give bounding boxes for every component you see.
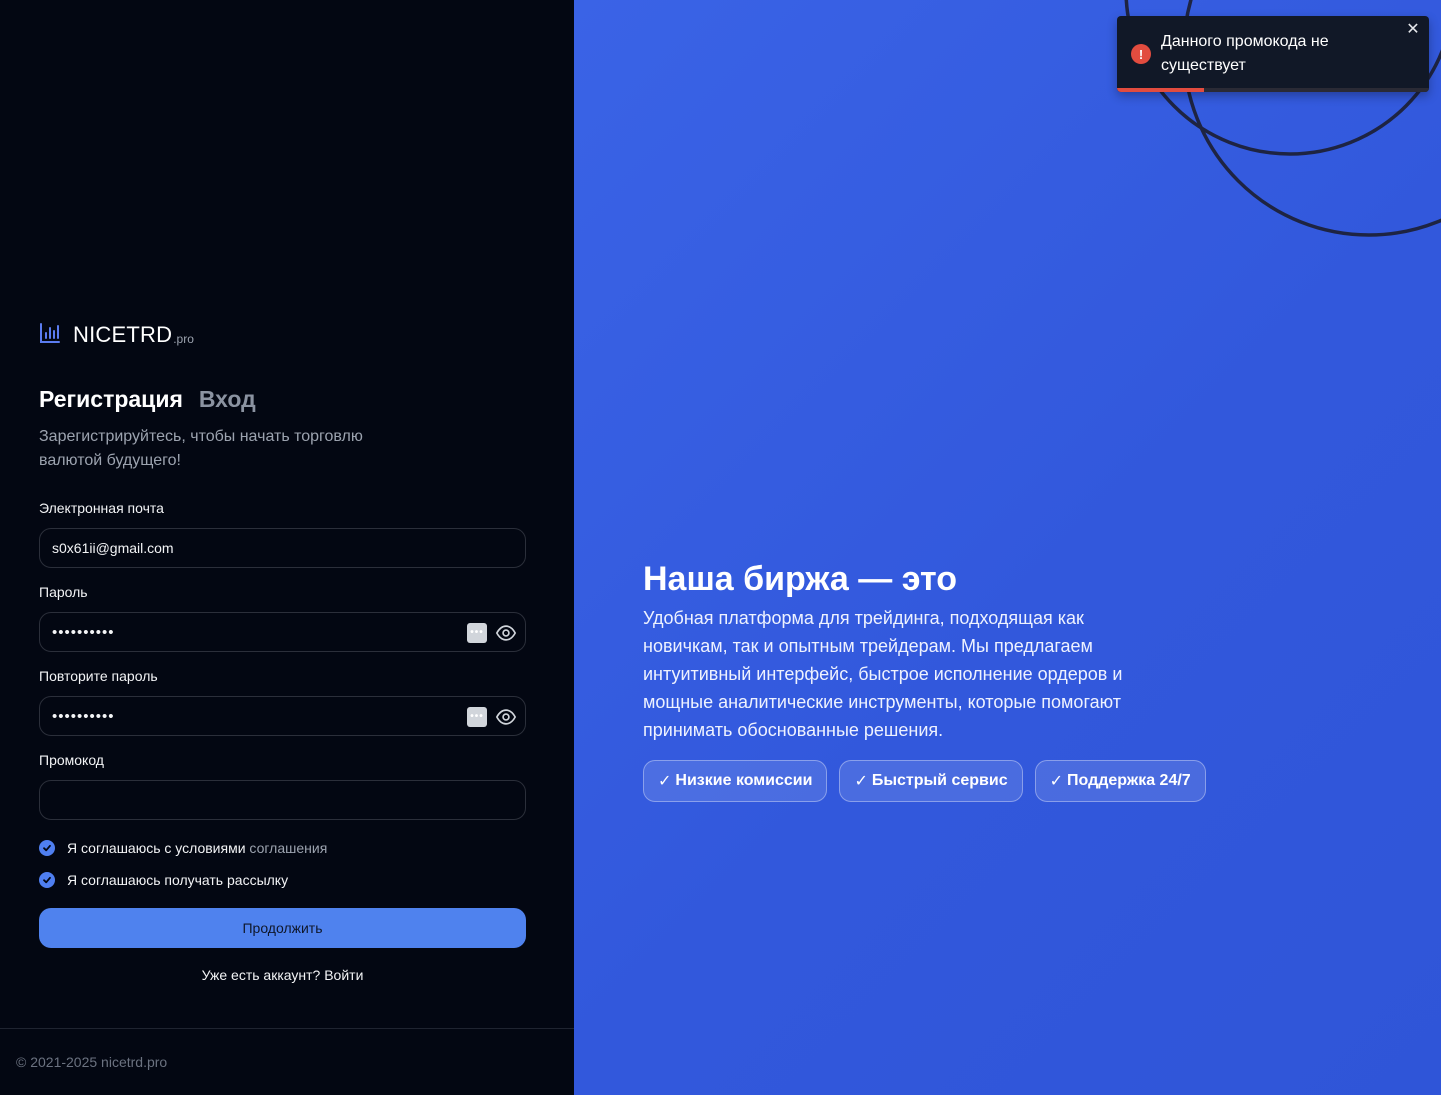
toast-progress-bar	[1117, 88, 1205, 92]
repeat-password-field[interactable]: •••••••••• •••	[39, 696, 526, 736]
exclamation-icon: !	[1131, 44, 1151, 64]
password-field[interactable]: •••••••••• •••	[39, 612, 526, 652]
brand-logo[interactable]: NICETRD .pro	[39, 322, 194, 348]
feature-badges: ✓ Низкие комиссии ✓ Быстрый сервис ✓ Поддер…	[643, 760, 1206, 802]
promo-label: Промокод	[39, 752, 104, 768]
agree-mailing-label: Я соглашаюсь получать рассылку	[67, 872, 289, 888]
agree-terms-row: Я соглашаюсь с условиями соглашения	[39, 840, 327, 856]
continue-button[interactable]: Продолжить	[39, 908, 526, 948]
check-icon	[43, 844, 51, 852]
page-subtitle: Зарегистрируйтесь, чтобы начать торговлю…	[39, 428, 363, 469]
check-icon	[43, 876, 51, 884]
toast-progress-track	[1117, 88, 1429, 92]
footer-divider	[0, 1028, 574, 1029]
bar-chart-icon	[40, 323, 60, 343]
close-icon[interactable]: ✕	[1405, 22, 1421, 38]
eye-icon[interactable]	[495, 622, 517, 644]
password-label: Пароль	[39, 584, 88, 600]
repeat-password-label: Повторите пароль	[39, 668, 158, 684]
hero-panel: Наша биржа — это Удобная платформа для т…	[574, 0, 1441, 1095]
feature-badge: ✓ Быстрый сервис	[839, 760, 1023, 802]
toast-message: Данного промокода не существует	[1161, 33, 1329, 74]
promo-field[interactable]	[39, 780, 526, 820]
feature-badge: ✓ Поддержка 24/7	[1034, 760, 1206, 802]
auth-tabs: Регистрация Вход	[39, 386, 256, 413]
email-value: s0x61ii@gmail.com	[52, 540, 174, 556]
password-value: ••••••••••	[52, 623, 115, 641]
tab-register[interactable]: Регистрация	[39, 386, 183, 413]
brand-suffix: .pro	[173, 332, 194, 346]
agree-mailing-checkbox[interactable]	[39, 872, 55, 888]
agreement-link[interactable]: соглашения	[249, 840, 327, 856]
agree-terms-label: Я соглашаюсь с условиями соглашения	[67, 840, 328, 856]
repeat-password-value: ••••••••••	[52, 707, 115, 725]
password-manager-icon[interactable]: •••	[467, 623, 487, 643]
error-toast[interactable]: ! Данного промокода не существует ✕	[1117, 16, 1429, 92]
login-link[interactable]: Уже есть аккаунт? Войти	[39, 967, 526, 983]
hero-text: Удобная платформа для трейдинга, подходя…	[643, 608, 1123, 740]
password-manager-icon[interactable]: •••	[467, 707, 487, 727]
agree-terms-checkbox[interactable]	[39, 840, 55, 856]
check-icon: ✓	[854, 773, 868, 790]
feature-badge: ✓ Низкие комиссии	[643, 760, 828, 802]
email-label: Электронная почта	[39, 500, 164, 516]
email-field[interactable]: s0x61ii@gmail.com	[39, 528, 526, 568]
check-icon: ✓	[1049, 773, 1064, 790]
tab-login[interactable]: Вход	[199, 386, 256, 413]
agree-mailing-row: Я соглашаюсь получать рассылку	[39, 872, 288, 888]
eye-icon[interactable]	[495, 706, 517, 728]
check-icon: ✓	[658, 773, 672, 790]
auth-panel: NICETRD .pro Регистрация Вход Зарегистри…	[0, 0, 574, 1095]
brand-name: NICETRD	[73, 322, 173, 347]
hero-title: Наша биржа — это	[643, 560, 958, 598]
copyright: © 2021-2025 nicetrd.pro	[16, 1054, 168, 1070]
